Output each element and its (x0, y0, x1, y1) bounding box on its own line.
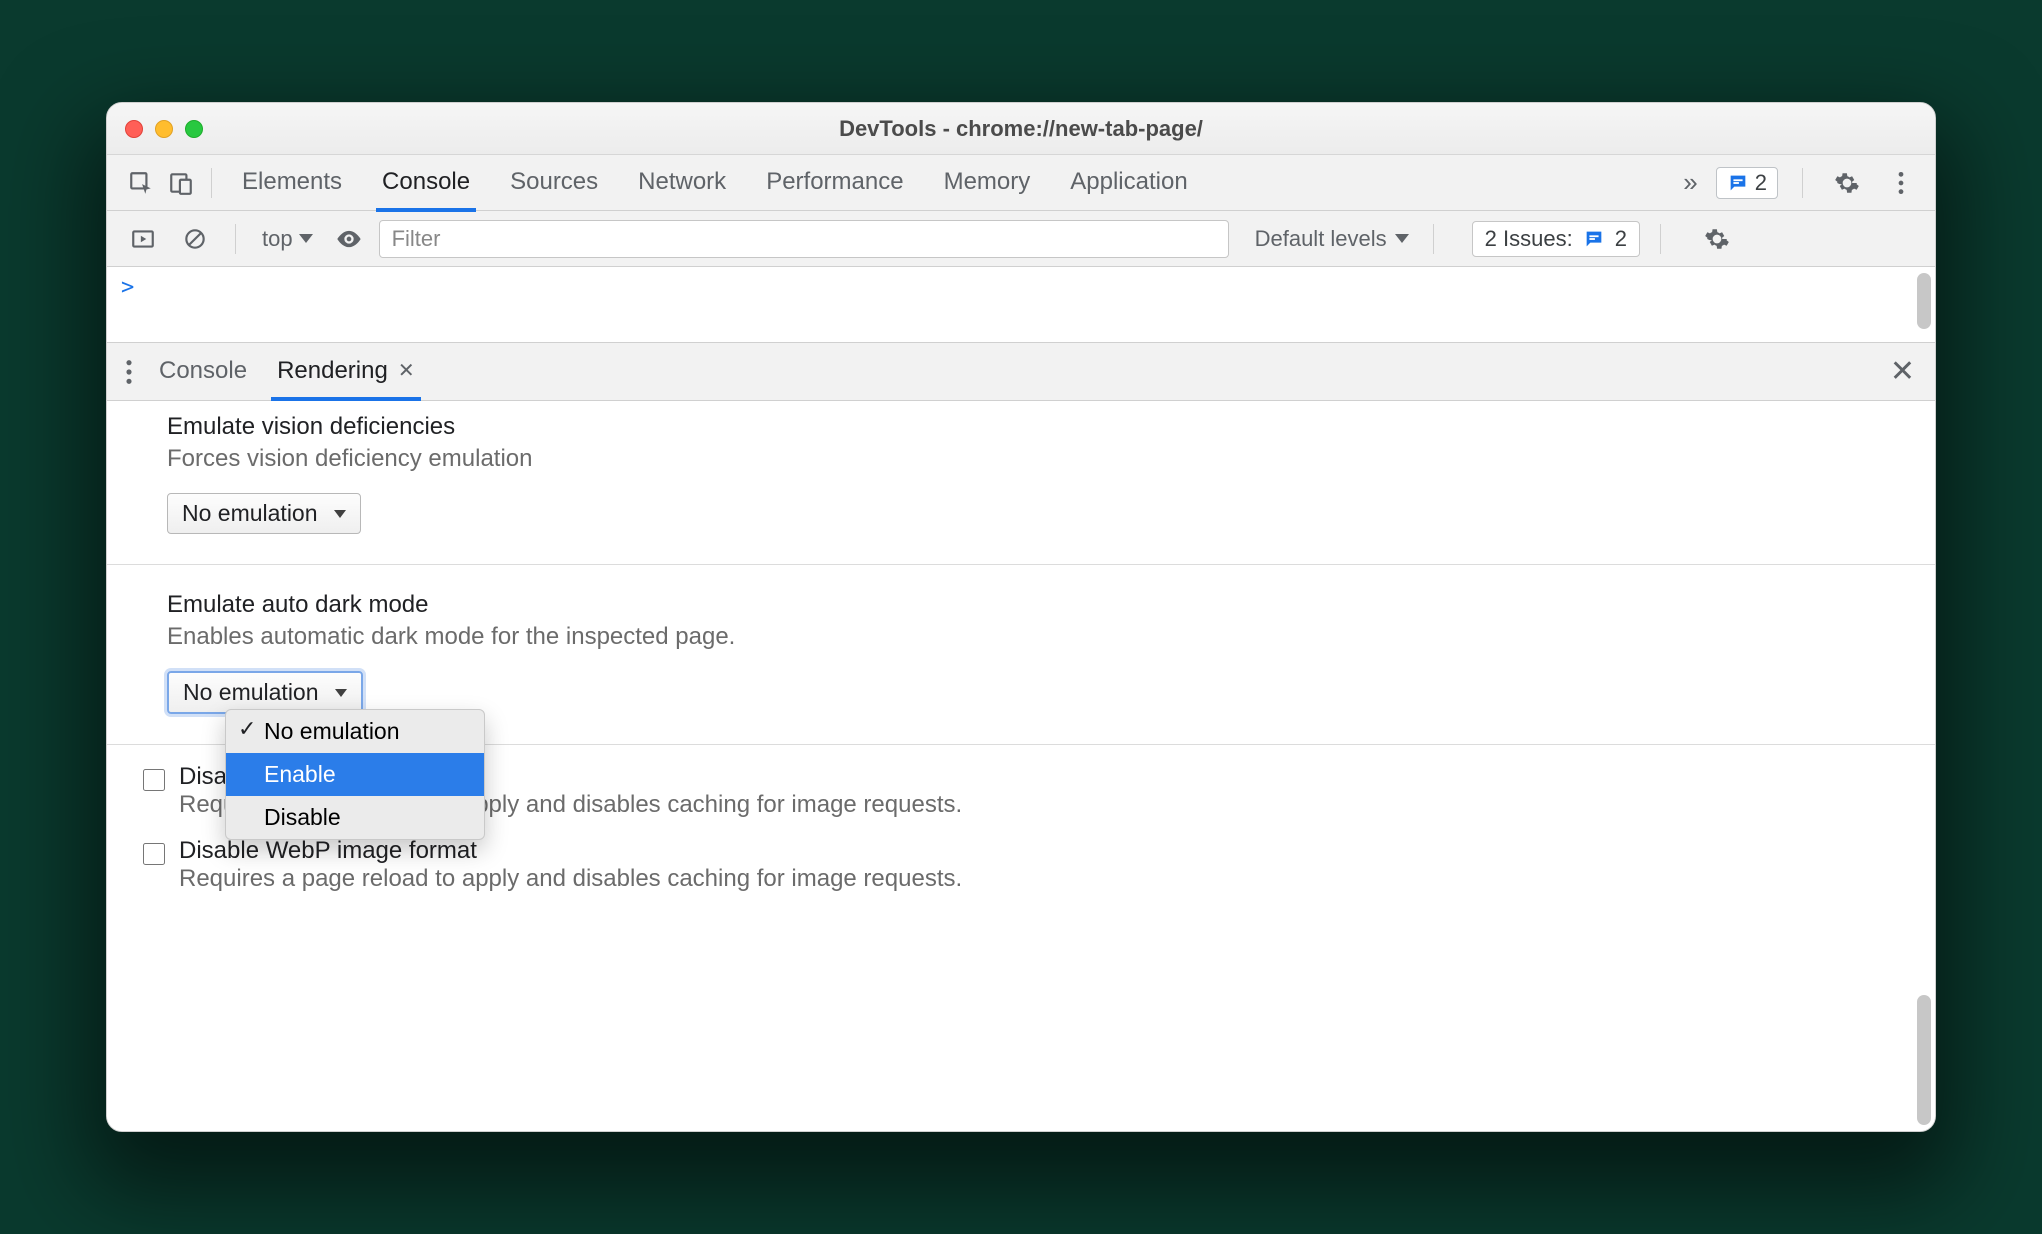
main-tabbar: Elements Console Sources Network Performance… (107, 155, 1935, 211)
chevron-down-icon (1395, 234, 1409, 243)
dropdown-option[interactable]: No emulation (226, 710, 484, 753)
window-title: DevTools - chrome://new-tab-page/ (107, 116, 1935, 142)
close-tab-icon[interactable]: ✕ (398, 358, 415, 383)
console-prompt: > (121, 275, 134, 300)
divider (1802, 168, 1803, 198)
clear-console-icon[interactable] (175, 219, 215, 259)
more-tabs-chevron-icon[interactable]: » (1673, 167, 1707, 198)
checkbox-title: Disable WebP image format (179, 837, 962, 865)
minimize-window-button[interactable] (155, 120, 173, 138)
issues-label: 2 Issues: (1485, 226, 1573, 252)
toggle-sidebar-icon[interactable] (121, 219, 165, 259)
messages-badge[interactable]: 2 (1716, 167, 1778, 199)
section-vision-deficiencies: Emulate vision deficiencies Forces visio… (107, 401, 1935, 564)
main-tabs: Elements Console Sources Network Performance… (240, 158, 1190, 208)
log-levels-selector[interactable]: Default levels (1251, 226, 1413, 252)
chevron-down-icon (299, 234, 313, 243)
maximize-window-button[interactable] (185, 120, 203, 138)
rendering-panel: Emulate vision deficiencies Forces visio… (107, 401, 1935, 1131)
console-filter-input[interactable] (379, 220, 1229, 258)
chevron-down-icon (334, 510, 346, 518)
context-selector[interactable]: top (256, 226, 319, 252)
context-label: top (262, 226, 293, 252)
disable-avif-checkbox[interactable] (143, 769, 165, 791)
console-settings-gear-icon[interactable] (1697, 219, 1737, 259)
drawer-tab-rendering[interactable]: Rendering ✕ (273, 347, 419, 397)
select-value: No emulation (183, 679, 319, 706)
section-desc: Forces vision deficiency emulation (167, 445, 1915, 473)
device-toolbar-icon[interactable] (161, 163, 201, 203)
dropdown-option[interactable]: Disable (226, 796, 484, 839)
auto-dark-mode-dropdown: No emulationEnableDisable (225, 709, 485, 840)
vision-deficiency-select[interactable]: No emulation (167, 493, 361, 534)
select-value: No emulation (182, 500, 318, 527)
drawer-kebab-icon[interactable] (117, 358, 141, 386)
checkbox-desc: Requires a page reload to apply and disa… (179, 865, 962, 893)
issues-button[interactable]: 2 Issues: 2 (1472, 221, 1640, 257)
issues-count: 2 (1615, 226, 1627, 252)
tab-memory[interactable]: Memory (942, 158, 1033, 208)
divider (235, 224, 236, 254)
drawer-tab-console[interactable]: Console (155, 347, 251, 397)
drawer-tab-label: Console (159, 357, 247, 385)
auto-dark-mode-select[interactable]: No emulation (167, 671, 363, 714)
close-window-button[interactable] (125, 120, 143, 138)
divider (1433, 224, 1434, 254)
tab-console[interactable]: Console (380, 158, 472, 208)
drawer-close-icon[interactable]: ✕ (1880, 354, 1925, 389)
section-title: Emulate auto dark mode (167, 591, 1915, 619)
live-expression-icon[interactable] (329, 219, 369, 259)
window-titlebar: DevTools - chrome://new-tab-page/ (107, 103, 1935, 155)
dropdown-option[interactable]: Enable (226, 753, 484, 796)
select-element-icon[interactable] (121, 163, 161, 203)
chevron-down-icon (335, 689, 347, 697)
tab-application[interactable]: Application (1068, 158, 1189, 208)
webp-row: Disable WebP image format Requires a pag… (125, 837, 1915, 911)
disable-webp-checkbox[interactable] (143, 843, 165, 865)
log-levels-label: Default levels (1255, 226, 1387, 252)
tab-elements[interactable]: Elements (240, 158, 344, 208)
settings-gear-icon[interactable] (1827, 163, 1867, 203)
devtools-window: DevTools - chrome://new-tab-page/ Elemen… (106, 102, 1936, 1132)
tab-sources[interactable]: Sources (508, 158, 600, 208)
divider (211, 168, 212, 198)
messages-count: 2 (1755, 170, 1767, 196)
console-controls: top Default levels 2 Issues: 2 (107, 211, 1935, 267)
drawer-tab-label: Rendering (277, 357, 388, 385)
traffic-lights (125, 120, 203, 138)
divider (1660, 224, 1661, 254)
kebab-menu-icon[interactable] (1881, 163, 1921, 203)
section-desc: Enables automatic dark mode for the insp… (167, 623, 1915, 651)
console-body[interactable]: > (107, 267, 1935, 343)
tab-performance[interactable]: Performance (764, 158, 905, 208)
section-title: Emulate vision deficiencies (167, 413, 1915, 441)
section-auto-dark-mode: Emulate auto dark mode Enables automatic… (107, 564, 1935, 744)
tab-network[interactable]: Network (636, 158, 728, 208)
drawer-tabbar: Console Rendering ✕ ✕ (107, 343, 1935, 401)
